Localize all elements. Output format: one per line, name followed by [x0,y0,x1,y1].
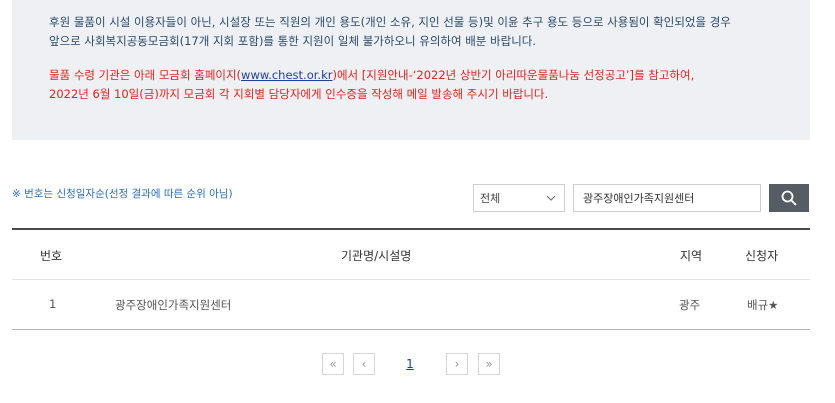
last-page-button[interactable]: » [478,353,500,375]
current-page-link[interactable]: 1 [399,353,421,375]
prev-page-button[interactable]: ‹ [353,353,375,375]
search-filter-select[interactable]: 전체 [473,184,565,212]
notice-line-3-prefix: 물품 수령 기관은 아래 모금회 홈페이지( [49,68,242,82]
next-page-button[interactable]: › [446,353,468,375]
search-input-value: 광주장애인가족지원센터 [583,192,695,205]
search-filter-value: 전체 [480,192,501,205]
table-top-border [12,228,810,230]
notice-box: 후원 물품이 시설 이용자들이 아닌, 시설장 또는 직원의 개인 용도(개인 … [12,0,810,140]
search-button[interactable] [769,184,809,212]
search-input[interactable]: 광주장애인가족지원센터 [573,184,761,212]
notice-line-1: 후원 물품이 시설 이용자들이 아닌, 시설장 또는 직원의 개인 용도(개인 … [49,15,731,29]
header-applicant: 신청자 [745,249,779,263]
search-icon [781,190,797,206]
chest-homepage-link[interactable]: www.chest.or.kr [241,68,332,82]
header-divider [12,279,810,280]
notice-instruction-text: 물품 수령 기관은 아래 모금회 홈페이지(www.chest.or.kr)에서… [49,66,694,104]
ordering-hint: ※ 번호는 신청일자순(선정 결과에 따른 순위 아님) [12,188,233,200]
header-no: 번호 [40,249,63,263]
row-region: 광주 [679,298,701,312]
header-region: 지역 [680,249,703,263]
row-applicant: 배규★ [747,298,779,312]
row-organization[interactable]: 광주장애인가족지원센터 [115,297,231,313]
row-no: 1 [49,297,57,311]
table-bottom-border [12,329,810,330]
notice-warning-text: 후원 물품이 시설 이용자들이 아닌, 시설장 또는 직원의 개인 용도(개인 … [49,13,731,51]
notice-line-3-suffix: )에서 [지원안내-‘2022년 상반기 아리따운물품나눔 선정공고’]를 참고… [332,68,695,82]
first-page-button[interactable]: « [322,353,344,375]
notice-line-2: 앞으로 사회복지공동모금회(17개 지회 포함)를 통한 지원이 일체 불가하오… [49,34,537,48]
chevron-down-icon [546,195,556,201]
header-organization: 기관명/시설명 [341,249,412,263]
notice-line-4: 2022년 6월 10일(금)까지 모금회 각 지회별 담당자에게 인수증을 작… [49,87,549,101]
